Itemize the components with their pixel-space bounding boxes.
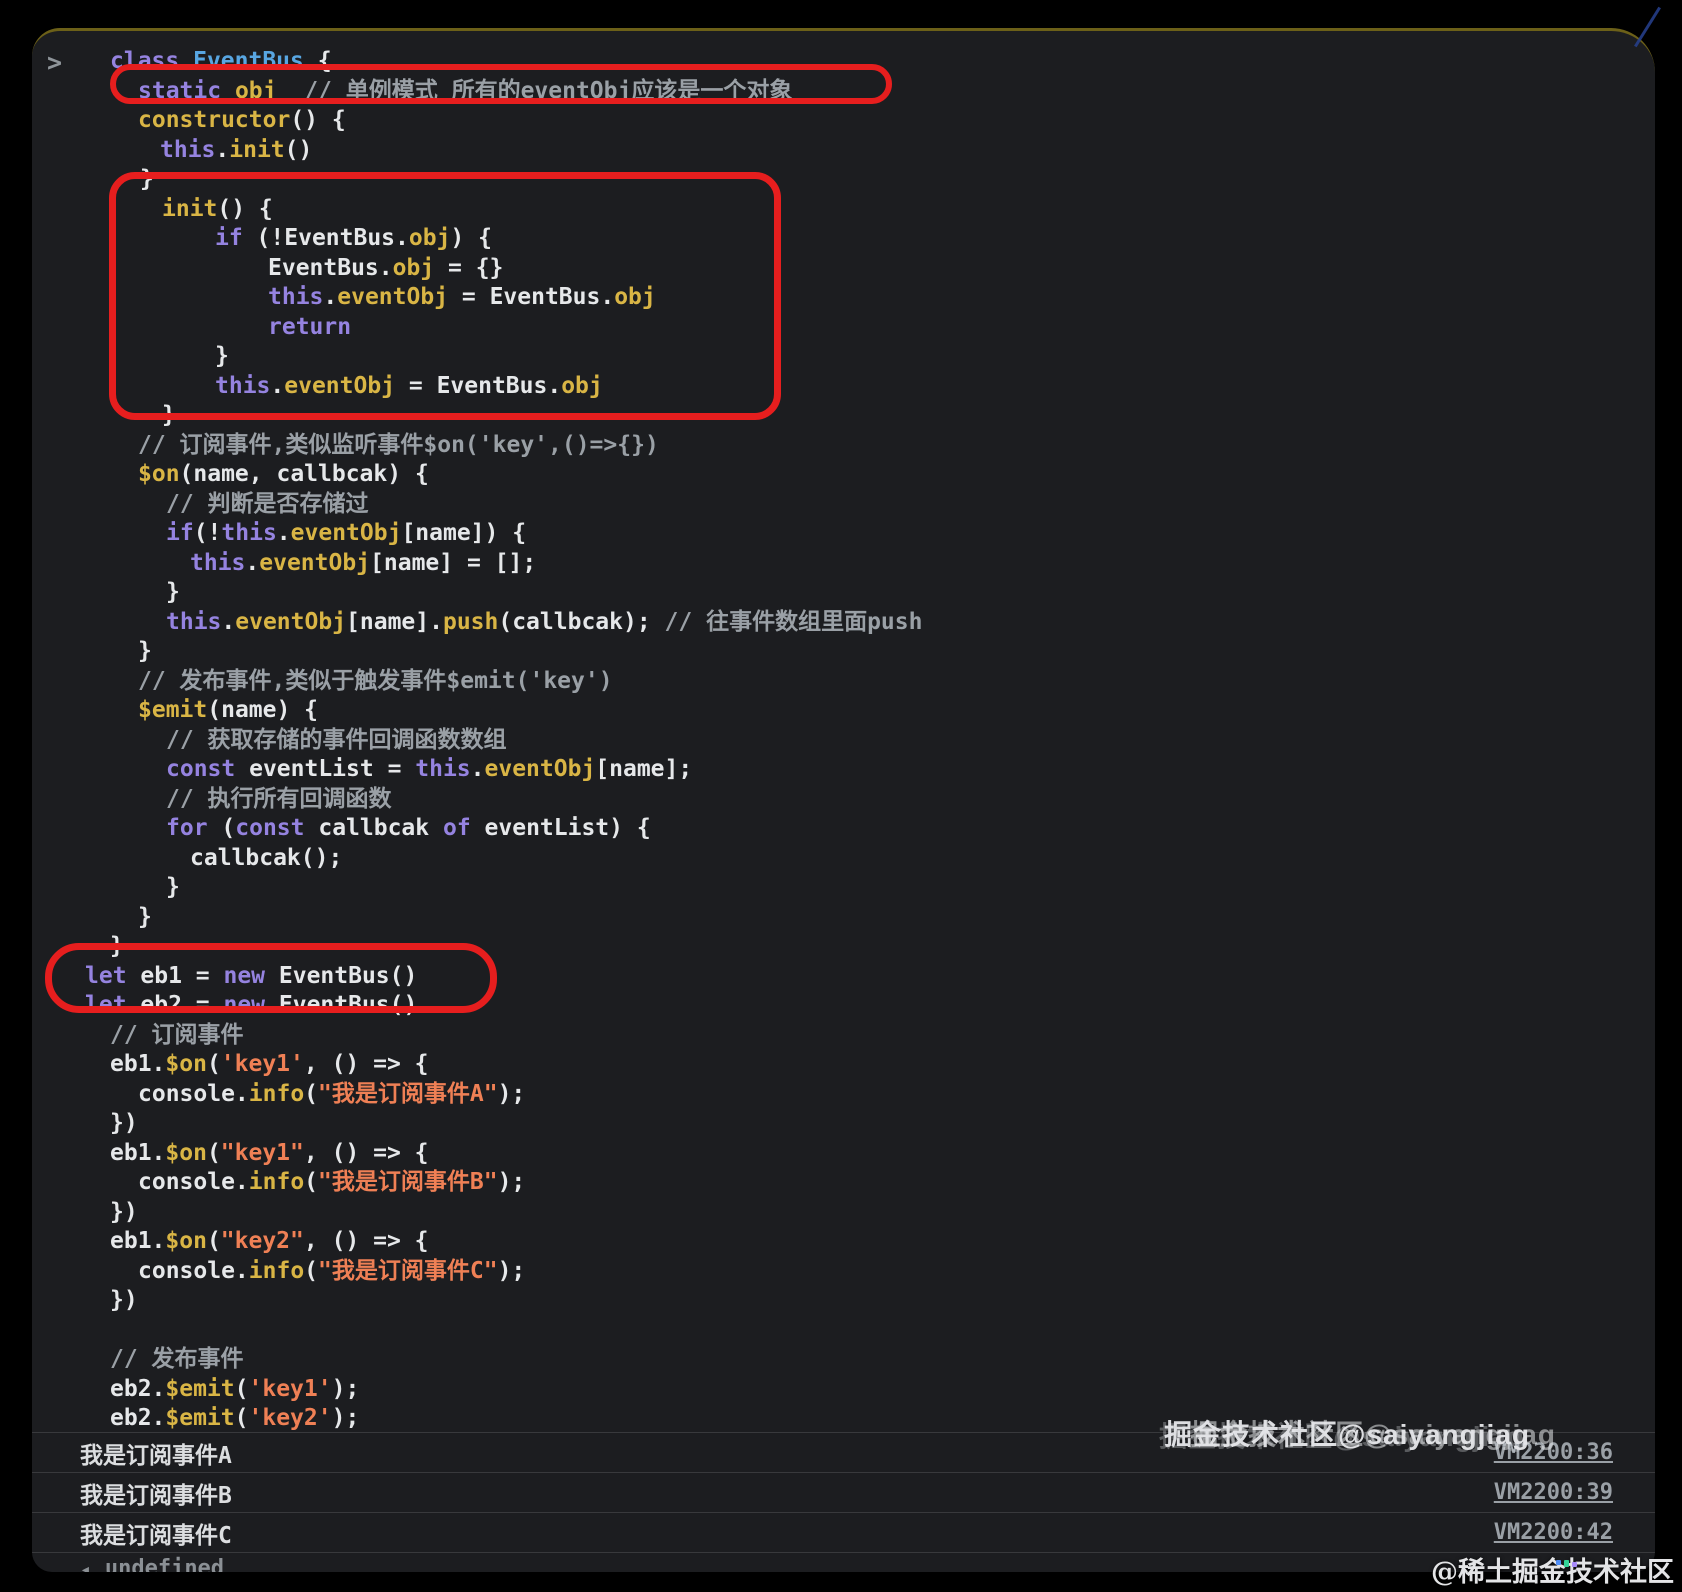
devtools-console-panel: > class EventBus {static obj // 单例模式 所有的… [32,28,1655,1572]
corner-artifact [1634,7,1661,48]
watermark-sparkle-icon [1556,1560,1577,1567]
code-line: if (!EventBus.obj) { [215,224,1655,254]
code-line: let eb2 = new EventBus() [85,991,1655,1021]
console-result-row: ◂ undefined [32,1552,1655,1572]
code-line: } [215,342,1655,372]
console-prompt-chevron-icon: > [47,48,62,77]
source-location-link[interactable]: VM2200:39 [1494,1480,1613,1505]
console-message: 我是订阅事件B [80,1476,232,1510]
watermark-inline: 掘金技术社区@saiyangjiag [1164,1413,1530,1453]
code-line: // 订阅事件 [110,1021,1655,1051]
code-line: // 订阅事件,类似监听事件$on('key',()=>{}) [138,431,1655,461]
code-line: }) [110,1286,1655,1316]
code-line: for (const callbcak of eventList) { [166,814,1655,844]
code-line: console.info("我是订阅事件B"); [138,1168,1655,1198]
code-line: // 发布事件 [110,1345,1655,1375]
code-line: constructor() { [138,106,1655,136]
code-line: // 判断是否存储过 [166,490,1655,520]
code-line: callbcak(); [190,844,1655,874]
code-line: }) [110,1109,1655,1139]
code-line: this.eventObj[name].push(callbcak); // 往… [166,608,1655,638]
code-line: console.info("我是订阅事件C"); [138,1257,1655,1287]
code-line: }) [110,1198,1655,1228]
code-line: } [166,873,1655,903]
code-line: this.eventObj[name] = []; [190,549,1655,579]
code-line: } [166,578,1655,608]
code-line: eb1.$on("key2", () => { [110,1227,1655,1257]
code-line: class EventBus { [110,47,1655,77]
code-line: eb2.$emit('key1'); [110,1375,1655,1405]
code-line: EventBus.obj = {} [268,254,1655,284]
code-line: this.eventObj = EventBus.obj [268,283,1655,313]
code-line: // 执行所有回调函数 [166,785,1655,815]
code-line: let eb1 = new EventBus() [85,962,1655,992]
code-line: this.init() [160,136,1655,166]
console-output-list: 我是订阅事件AVM2200:36我是订阅事件BVM2200:39我是订阅事件CV… [32,1432,1655,1572]
code-line: } [110,932,1655,962]
code-line: } [140,165,1655,195]
result-value: undefined [105,1556,224,1572]
console-message: 我是订阅事件C [80,1516,232,1550]
code-line: $emit(name) { [138,696,1655,726]
code-line: static obj // 单例模式 所有的eventObj应该是一个对象 [138,77,1655,107]
console-output-row: 我是订阅事件C VM2200:42 [32,1512,1655,1552]
code-line: const eventList = this.eventObj[name]; [166,755,1655,785]
watermark-corner: @稀土掘金技术社区 [1431,1550,1674,1589]
code-line: // 发布事件,类似于触发事件$emit('key') [138,667,1655,697]
code-line: return [268,313,1655,343]
code-line: console.info("我是订阅事件A"); [138,1080,1655,1110]
code-line: } [138,903,1655,933]
code-line: if(!this.eventObj[name]) { [166,519,1655,549]
return-arrow-icon: ◂ [80,1556,91,1572]
code-line: } [162,401,1655,431]
code-line: eb1.$on("key1", () => { [110,1139,1655,1169]
code-line: this.eventObj = EventBus.obj [215,372,1655,402]
code-line: init() { [162,195,1655,225]
console-input-code[interactable]: class EventBus {static obj // 单例模式 所有的ev… [110,47,1655,1434]
console-output-row: 我是订阅事件B VM2200:39 [32,1472,1655,1512]
source-location-link[interactable]: VM2200:42 [1494,1520,1613,1545]
code-line: eb1.$on('key1', () => { [110,1050,1655,1080]
code-line: $on(name, callbcak) { [138,460,1655,490]
code-line [110,1316,1655,1346]
code-line: } [138,637,1655,667]
console-message: 我是订阅事件A [80,1436,232,1470]
code-line: // 获取存储的事件回调函数数组 [166,726,1655,756]
